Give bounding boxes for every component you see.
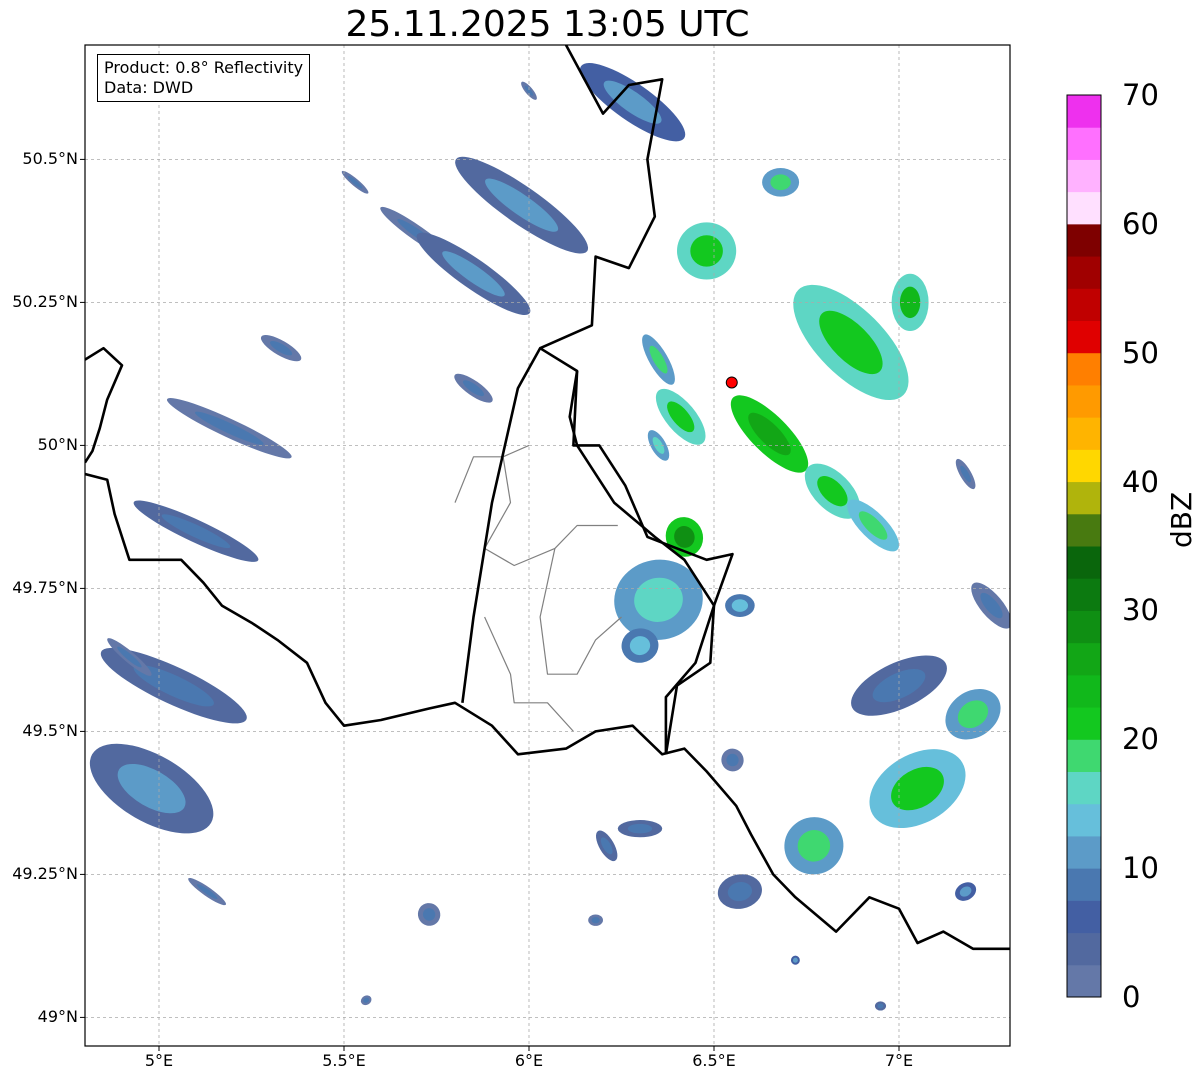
colorbar-segment [1067,256,1101,289]
colorbar-segment [1067,932,1101,966]
regional-border [539,548,622,675]
lat-tick-label: 50°N [37,435,78,455]
colorbar-segment [1067,707,1101,740]
radar-echo-core [877,1003,884,1009]
colorbar-segment [1067,417,1101,450]
colorbar-tick-label: 20 [1122,722,1159,757]
radar-echo-core [347,176,363,189]
lat-tick-label: 49.25°N [12,864,78,884]
colorbar-segment [1067,900,1101,934]
radar-echo-core [731,599,749,612]
colorbar-segment [1067,642,1101,676]
colorbar-tick-label: 40 [1122,464,1159,499]
lon-tick-label: 6°E [514,1051,544,1070]
lon-tick-label: 5.5°E [322,1051,366,1070]
colorbar-segment [1067,546,1101,579]
colorbar-segment [1067,739,1101,772]
colorbar-segment [1067,674,1101,708]
regional-border [484,456,618,567]
colorbar-segment [1067,159,1101,193]
colorbar-label: dBZ [1165,491,1198,548]
radar-echo-core [690,235,723,267]
radar-echo-core [770,174,791,191]
colorbar-segment [1067,578,1101,611]
radar-echo-core [792,957,798,963]
colorbar-segment [1067,352,1101,386]
radar-echo-core [195,411,264,445]
radar-map [80,44,1011,1051]
lat-tick-label: 49.75°N [12,578,78,598]
colorbar-segment [1067,868,1101,901]
lon-tick-label: 7°E [884,1051,914,1070]
colorbar-tick-label: 0 [1122,980,1141,1014]
colorbar-segment [1067,771,1101,805]
colorbar-tick-label: 70 [1122,78,1159,112]
colorbar-segment [1067,384,1101,418]
radar-echo-core [627,823,653,834]
colorbar-tick-label: 10 [1122,851,1159,886]
lat-tick-label: 50.5°N [22,149,78,169]
lon-tick-label: 5°E [144,1051,174,1070]
lon-tick-label: 6.5°E [692,1051,736,1070]
colorbar-segment [1067,835,1101,869]
colorbar-segment [1067,964,1101,998]
radar-echo-core [161,514,231,549]
product-label: Product: 0.8° Reflectivity [104,58,304,77]
product-info-box: Product: 0.8° Reflectivity Data: DWD [97,54,311,102]
colorbar-segment [1067,803,1101,837]
radar-echo-core [442,251,505,297]
colorbar-segment [1067,610,1101,644]
colorbar-segment [1067,288,1101,321]
colorbar-segment [1067,513,1101,547]
lat-tick-label: 49°N [37,1007,78,1027]
colorbar-segment [1067,127,1101,160]
radar-echo-core [591,917,600,924]
colorbar-tick-label: 60 [1122,206,1159,241]
colorbar-segment [1067,481,1101,515]
radar-echo-core [196,884,218,900]
colorbar-segment [1067,95,1101,128]
colorbar-tick-label: 30 [1122,593,1159,628]
colorbar-segment [1067,191,1101,225]
colorbar-tick-label: 50 [1122,335,1159,370]
data-source-label: Data: DWD [104,78,194,97]
regional-border [454,444,530,503]
colorbar-segment [1067,223,1101,257]
lat-tick-label: 49.5°N [22,721,78,741]
radar-site-marker [725,376,738,389]
colorbar-segment [1067,449,1101,483]
colorbar-segment [1067,320,1101,354]
lat-tick-label: 50.25°N [12,292,78,312]
dbz-colorbar [1066,94,1102,998]
